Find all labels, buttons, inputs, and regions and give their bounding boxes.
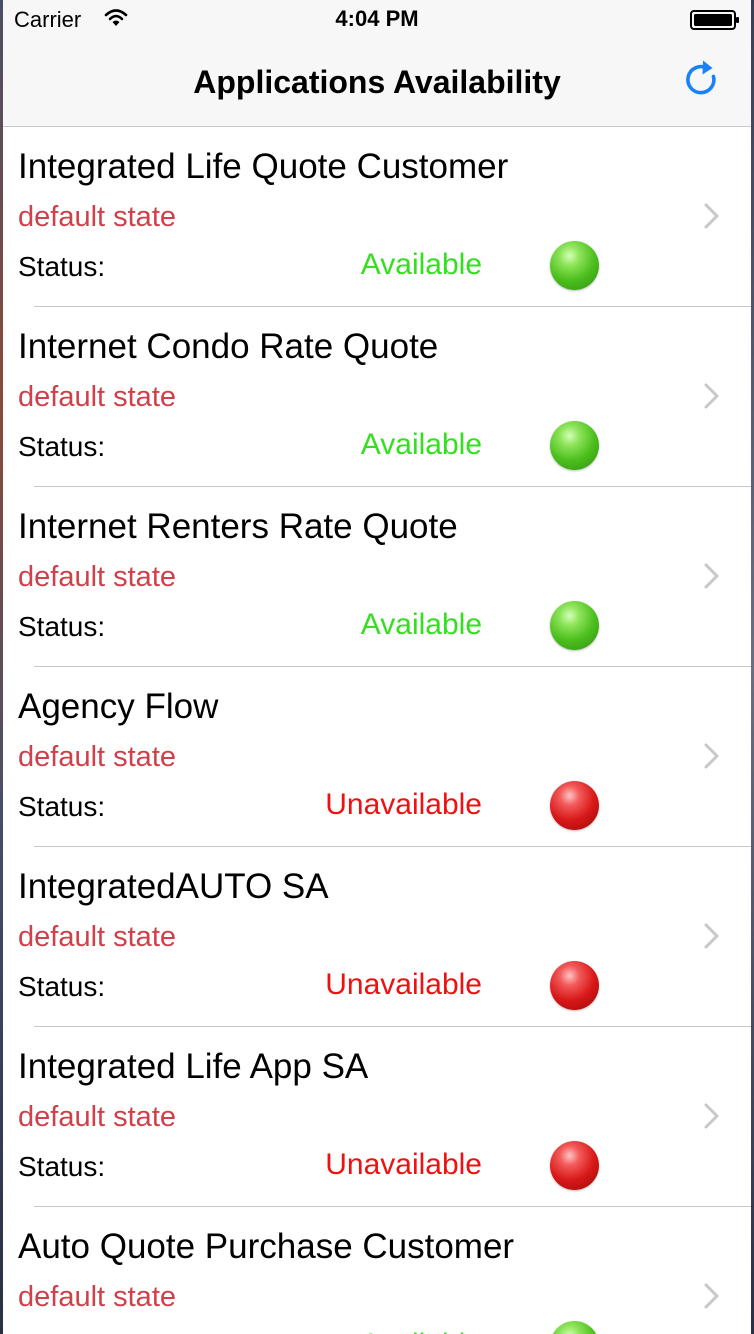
chevron-right-icon [704,563,719,589]
status-light-icon [550,1321,599,1334]
app-state: default state [18,1281,176,1313]
navigation-bar: Applications Availability [0,40,754,127]
status-label: Status: [18,251,106,282]
status-light-icon [550,241,599,290]
status-value: Available [360,428,482,461]
refresh-icon[interactable] [680,58,724,102]
battery-icon [690,10,739,30]
app-name: Integrated Life App SA [18,1047,369,1086]
status-light-icon [550,781,599,830]
list-item[interactable]: Agency Flow default state Status: Unavailab… [0,667,754,847]
app-state: default state [18,921,176,953]
app-name: IntegratedAUTO SA [18,867,329,906]
chevron-right-icon [704,203,719,229]
status-label: Status: [18,791,106,822]
status-bar: Carrier 4:04 PM [0,0,754,40]
status-label: Status: [18,431,106,462]
list-item[interactable]: IntegratedAUTO SA default state Status: Una… [0,847,754,1027]
list-item[interactable]: Internet Condo Rate Quote default state St… [0,307,754,487]
status-value: Unavailable [325,968,482,1001]
status-light-icon [550,1141,599,1190]
application-list: Integrated Life Quote Customer default st… [0,127,754,1334]
app-name: Auto Quote Purchase Customer [18,1227,515,1266]
list-item[interactable]: Internet Renters Rate Quote default state… [0,487,754,667]
status-label: Status: [18,611,106,642]
chevron-right-icon [704,743,719,769]
page-title: Applications Availability [193,64,561,100]
status-label: Status: [18,1151,106,1182]
device-edge-left [0,0,3,1334]
app-name: Integrated Life Quote Customer [18,147,509,186]
app-screen: Carrier 4:04 PM Applications Availabilit… [0,0,754,1334]
status-light-icon [550,961,599,1010]
status-value: Available [360,608,482,641]
chevron-right-icon [704,1103,719,1129]
app-state: default state [18,561,176,593]
app-state: default state [18,1101,176,1133]
status-value: Available [361,1328,482,1334]
status-light-icon [550,421,599,470]
app-state: default state [18,201,176,233]
status-value: Unavailable [325,788,482,821]
status-light-icon [550,601,599,650]
app-state: default state [18,381,176,413]
app-name: Agency Flow [18,687,219,726]
chevron-right-icon [704,383,719,409]
list-item[interactable]: Integrated Life Quote Customer default st… [0,127,754,307]
clock-time: 4:04 PM [335,6,419,31]
chevron-right-icon [704,923,719,949]
list-item[interactable]: Auto Quote Purchase Customer default stat… [0,1207,754,1334]
chevron-right-icon [704,1283,719,1309]
status-value: Available [360,248,482,281]
list-item[interactable]: Integrated Life App SA default state Statu… [0,1027,754,1207]
status-value: Unavailable [325,1148,482,1181]
app-name: Internet Condo Rate Quote [18,327,439,366]
app-name: Internet Renters Rate Quote [18,507,458,546]
status-label: Status: [18,971,106,1002]
app-state: default state [18,741,176,773]
